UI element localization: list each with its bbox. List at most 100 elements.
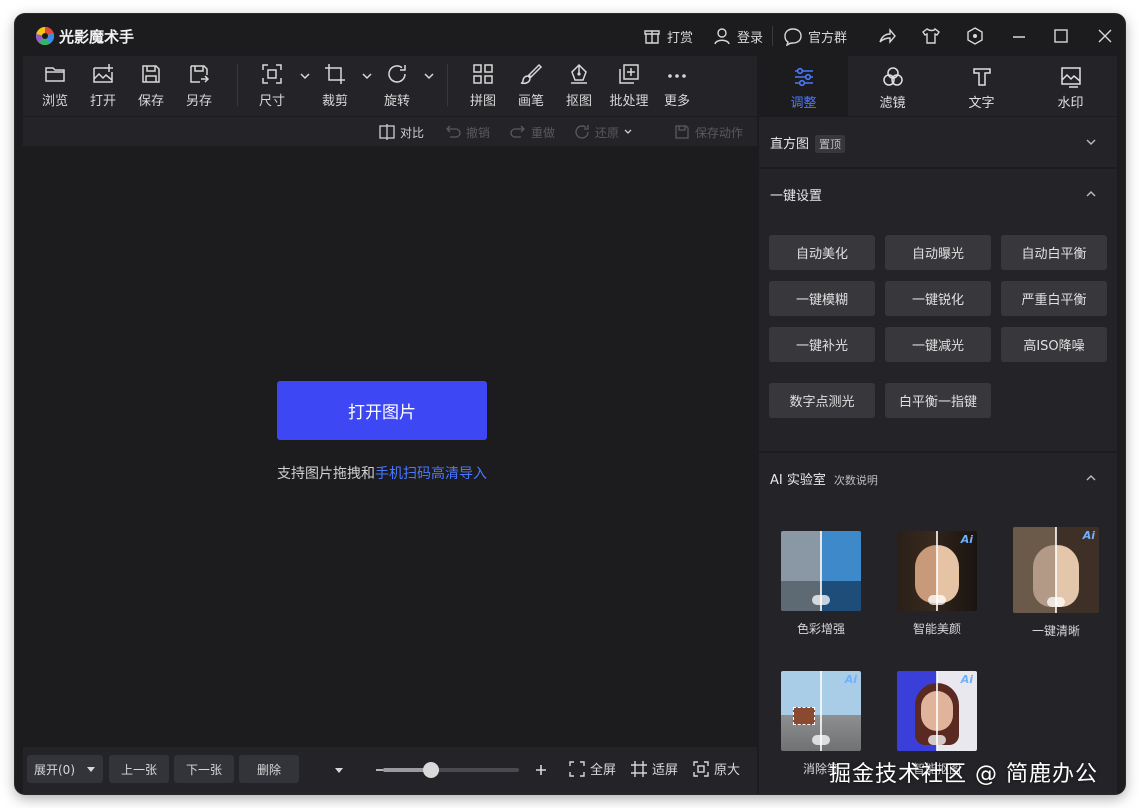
crop-dropdown-chevron-icon[interactable] xyxy=(361,70,373,82)
preset-white-balance-picker[interactable]: 白平衡一指键 xyxy=(885,383,991,418)
compare-button[interactable]: 对比 xyxy=(378,123,424,141)
tool-cutout[interactable]: 抠图 xyxy=(555,62,603,109)
tab-text[interactable]: 文字 xyxy=(937,56,1026,116)
titlebar-divider xyxy=(772,26,773,46)
ai-lab-title-text: AI 实验室 xyxy=(770,473,826,488)
maximize-icon[interactable] xyxy=(1051,26,1071,46)
login-button[interactable]: 登录 xyxy=(712,25,763,47)
pin-to-top-tag[interactable]: 置顶 xyxy=(815,135,846,153)
preset-auto-beautify[interactable]: 自动美化 xyxy=(769,235,875,270)
login-label: 登录 xyxy=(737,30,764,46)
pen-cutout-icon xyxy=(571,63,587,84)
preset-reduce-light[interactable]: 一键减光 xyxy=(885,327,991,362)
resize-dropdown-chevron-icon[interactable] xyxy=(299,70,311,82)
ai-lab-section-header[interactable]: AI 实验室 次数说明 xyxy=(759,453,1117,503)
settings-hexagon-icon[interactable] xyxy=(965,26,985,46)
prev-image-button[interactable]: 上一张 xyxy=(109,755,169,783)
tool-save-label: 保存 xyxy=(137,94,164,109)
image-canvas[interactable]: 打开图片 支持图片拖拽和手机扫码高清导入 xyxy=(23,147,757,747)
preset-one-click-blur[interactable]: 一键模糊 xyxy=(769,281,875,316)
ai-card-label: 智能美颜 xyxy=(912,622,961,636)
reward-button[interactable]: 打赏 xyxy=(642,25,693,47)
save-action-label: 保存动作 xyxy=(695,125,744,140)
zoom-slider-thumb[interactable] xyxy=(423,762,439,778)
tab-adjust[interactable]: 调整 xyxy=(759,56,848,116)
tshirt-skin-icon[interactable] xyxy=(921,26,941,46)
tool-collage[interactable]: 拼图 xyxy=(459,62,507,109)
preset-severe-white-balance[interactable]: 严重白平衡 xyxy=(1001,281,1107,316)
share-icon[interactable] xyxy=(877,26,897,46)
app-title: 光影魔术手 xyxy=(59,28,135,46)
drop-hint: 支持图片拖拽和手机扫码高清导入 xyxy=(23,463,741,483)
tool-brush[interactable]: 画笔 xyxy=(507,62,555,109)
rotate-dropdown-chevron-icon[interactable] xyxy=(423,70,435,82)
histogram-title: 直方图 置顶 xyxy=(770,133,846,153)
phone-scan-import-link[interactable]: 手机扫码高清导入 xyxy=(375,466,487,482)
main-toolbar: 浏览 打开 保存 另存 尺寸 裁剪 旋转 拼图 画笔 抠图 批处理 更多 xyxy=(23,56,757,116)
delete-options-caret-icon[interactable] xyxy=(334,765,344,775)
preset-spot-metering[interactable]: 数字点测光 xyxy=(769,383,875,418)
save-action-button[interactable]: 保存动作 xyxy=(673,123,743,141)
ai-card-one-click-clear[interactable]: Ai 一键清晰 xyxy=(1013,527,1099,639)
one-click-section-header[interactable]: 一键设置 xyxy=(759,169,1117,219)
tool-crop[interactable]: 裁剪 xyxy=(311,62,359,109)
zoom-in-icon[interactable] xyxy=(534,763,548,777)
tab-text-label: 文字 xyxy=(968,96,995,111)
fullscreen-label: 全屏 xyxy=(590,763,617,778)
color-enhance-thumbnail xyxy=(781,531,861,611)
tool-browse[interactable]: 浏览 xyxy=(31,62,79,109)
zoom-slider[interactable] xyxy=(383,762,519,778)
undo-icon xyxy=(446,125,461,138)
reward-label: 打赏 xyxy=(667,30,694,46)
undo-button[interactable]: 撤销 xyxy=(444,123,490,141)
tool-resize[interactable]: 尺寸 xyxy=(248,62,296,109)
official-group-button[interactable]: 官方群 xyxy=(783,25,847,47)
open-image-button[interactable]: 打开图片 xyxy=(277,381,487,440)
chat-bubble-icon xyxy=(784,28,802,46)
ai-card-color-enhance[interactable]: 色彩增强 xyxy=(781,531,861,637)
preset-one-click-sharpen[interactable]: 一键锐化 xyxy=(885,281,991,316)
image-add-icon xyxy=(93,64,113,83)
tab-watermark-label: 水印 xyxy=(1057,96,1084,111)
original-size-button[interactable]: 原大 xyxy=(692,759,740,778)
restore-label: 还原 xyxy=(595,125,620,140)
ai-card-label: 一键清晰 xyxy=(1031,624,1080,638)
minimize-icon[interactable] xyxy=(1009,26,1029,46)
tool-more[interactable]: 更多 xyxy=(653,62,701,109)
fullscreen-button[interactable]: 全屏 xyxy=(568,759,616,778)
tab-watermark[interactable]: 水印 xyxy=(1026,56,1115,116)
usage-note-link[interactable]: 次数说明 xyxy=(834,474,878,487)
tool-cutout-label: 抠图 xyxy=(565,94,592,109)
restore-button[interactable]: 还原 xyxy=(573,123,633,141)
fullscreen-icon xyxy=(569,760,585,777)
ai-card-smart-beauty[interactable]: Ai 智能美颜 xyxy=(897,531,977,637)
tab-filter[interactable]: 滤镜 xyxy=(848,56,937,116)
tool-resize-label: 尺寸 xyxy=(258,94,285,109)
grid-icon xyxy=(473,64,493,84)
chevron-up-icon xyxy=(1086,475,1096,481)
tool-batch[interactable]: 批处理 xyxy=(605,62,653,109)
batch-icon xyxy=(619,64,639,84)
app-logo-icon xyxy=(36,26,55,45)
tool-open[interactable]: 打开 xyxy=(79,62,127,109)
smart-cutout-thumbnail: Ai xyxy=(897,671,977,751)
close-icon[interactable] xyxy=(1095,26,1115,46)
redo-button[interactable]: 重做 xyxy=(509,123,555,141)
histogram-section-header[interactable]: 直方图 置顶 xyxy=(759,117,1117,167)
preset-high-iso-denoise[interactable]: 高ISO降噪 xyxy=(1001,327,1107,362)
preset-fill-light[interactable]: 一键补光 xyxy=(769,327,875,362)
ai-lab-cards: 色彩增强 Ai 智能美颜 Ai 一键清晰 Ai 消除笔 Ai 智能抠图 xyxy=(759,503,1117,794)
expand-dropdown[interactable]: 展开(0) xyxy=(27,755,103,783)
tool-rotate[interactable]: 旋转 xyxy=(373,62,421,109)
eye-compare-icon xyxy=(928,595,946,605)
fit-screen-button[interactable]: 适屏 xyxy=(630,759,678,778)
next-image-button[interactable]: 下一张 xyxy=(174,755,234,783)
preset-auto-white-balance[interactable]: 自动白平衡 xyxy=(1001,235,1107,270)
eraser-thumbnail: Ai xyxy=(781,671,861,751)
one-click-title: 一键设置 xyxy=(770,189,823,204)
tool-save[interactable]: 保存 xyxy=(127,62,175,109)
source-watermark: 掘金技术社区 @ 简鹿办公 xyxy=(829,762,1098,787)
delete-button[interactable]: 删除 xyxy=(239,755,299,783)
preset-auto-exposure[interactable]: 自动曝光 xyxy=(885,235,991,270)
tool-save-as[interactable]: 另存 xyxy=(175,62,223,109)
